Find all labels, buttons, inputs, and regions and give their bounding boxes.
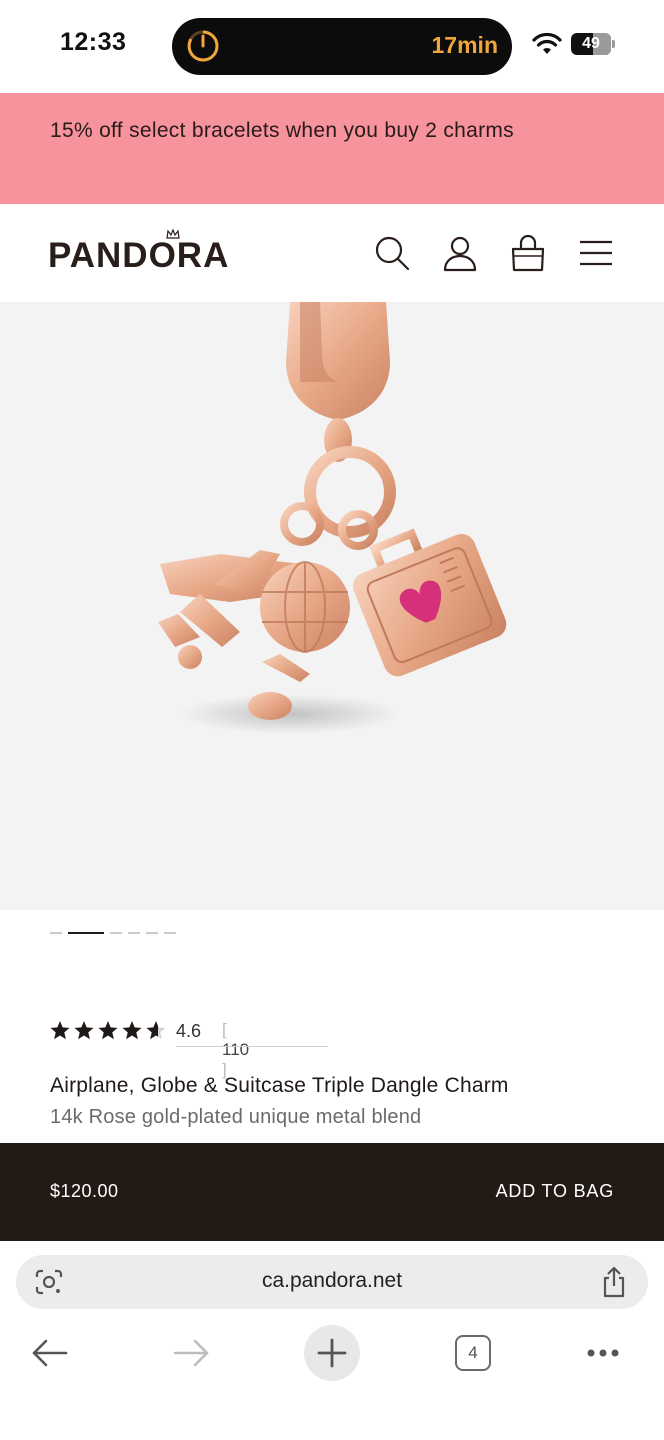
menu-icon[interactable] <box>577 234 615 272</box>
browser-toolbar: ca.pandora.net <box>0 1241 664 1440</box>
pagination-dot[interactable] <box>146 932 158 934</box>
timer-text: 17min <box>431 32 498 58</box>
product-image[interactable] <box>0 302 664 910</box>
rating-stars <box>50 1021 165 1040</box>
battery-cap <box>612 40 615 48</box>
timer-icon <box>187 30 219 62</box>
pagination-dot[interactable] <box>68 932 104 934</box>
pagination-dot[interactable] <box>50 932 62 934</box>
promo-text: 15% off select bracelets when you buy 2 … <box>50 119 514 142</box>
new-tab-icon[interactable] <box>304 1325 360 1381</box>
review-count-number: 110 <box>222 1040 250 1059</box>
crown-icon <box>166 229 180 239</box>
image-pagination <box>50 932 176 936</box>
search-icon[interactable] <box>373 234 411 272</box>
charm-illustration <box>158 302 507 734</box>
review-count[interactable]: [ 110 ] <box>222 1020 249 1080</box>
product-subtitle: 14k Rose gold-plated unique metal blend <box>50 1106 422 1128</box>
star-icon <box>98 1021 118 1040</box>
product-title: Airplane, Globe & Suitcase Triple Dangle… <box>50 1074 509 1097</box>
rating-value: 4.6 <box>176 1021 202 1041</box>
url-text: ca.pandora.net <box>261 1269 403 1292</box>
star-icon <box>50 1021 70 1040</box>
battery-level: 49 <box>582 35 600 52</box>
share-icon[interactable] <box>600 1266 628 1298</box>
dynamic-island[interactable]: 17min <box>172 18 512 75</box>
status-bar: 12:33 17min 49 <box>0 0 664 92</box>
battery-icon: 49 <box>571 33 611 55</box>
wifi-icon <box>532 32 562 54</box>
pagination-dot[interactable] <box>110 932 122 934</box>
product-price: $120.00 <box>50 1181 119 1201</box>
promo-banner[interactable]: 15% off select bracelets when you buy 2 … <box>0 93 664 204</box>
pagination-dot[interactable] <box>164 932 176 934</box>
pagination-dot[interactable] <box>128 932 140 934</box>
star-icon <box>146 1021 165 1040</box>
buy-bar: $120.00 ADD TO BAG <box>0 1143 664 1241</box>
site-header: PANDORA <box>0 204 664 302</box>
back-icon[interactable] <box>22 1325 78 1381</box>
star-icon <box>122 1021 142 1040</box>
address-bar[interactable]: ca.pandora.net <box>16 1255 648 1309</box>
pandora-logo[interactable]: PANDORA <box>48 236 229 276</box>
add-to-bag-button[interactable]: ADD TO BAG <box>496 1181 614 1202</box>
more-icon[interactable] <box>575 1325 631 1381</box>
star-icon <box>74 1021 94 1040</box>
status-time: 12:33 <box>60 28 127 56</box>
rating-underline <box>176 1046 328 1047</box>
bag-icon[interactable] <box>509 234 547 272</box>
forward-icon[interactable] <box>163 1325 219 1381</box>
tabs-icon[interactable]: 4 <box>455 1335 491 1371</box>
account-icon[interactable] <box>441 234 479 272</box>
